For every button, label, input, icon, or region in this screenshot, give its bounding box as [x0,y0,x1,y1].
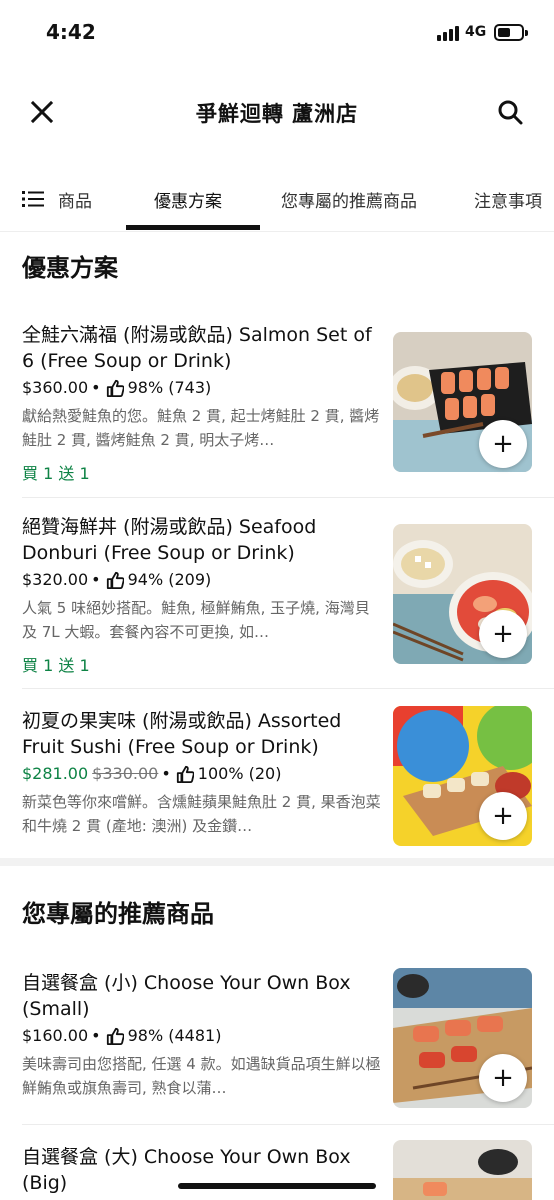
menu-item[interactable]: 全鮭六滿福 (附湯或飲品) Salmon Set of 6 (Free Soup… [0,318,554,498]
search-button[interactable] [494,96,526,128]
status-bar: 4:42 4G [0,0,554,62]
tab-offers[interactable]: 優惠方案 [154,166,222,232]
item-meta: $160.00 • 98% (4481) [22,1026,222,1045]
item-promo: 買 1 送 1 [22,656,90,675]
store-header: 爭鮮迴轉 蘆洲店 [0,82,554,142]
item-price: $160.00 [22,1026,89,1045]
item-description: 新菜色等你來嚐鮮。含燻鮭蘋果鮭魚肚 2 貫, 果香泡菜和牛燒 2 貫 (產地: … [22,793,381,835]
add-to-cart-button[interactable]: + [479,792,527,840]
section-title: 您專屬的推薦商品 [22,900,214,928]
add-to-cart-button[interactable]: + [479,1054,527,1102]
divider [22,688,554,689]
item-rating: 98% (743) [127,378,212,397]
tab-label: 優惠方案 [154,191,222,212]
add-to-cart-button[interactable]: + [479,420,527,468]
item-meta: $360.00 • 98% (743) [22,378,212,397]
item-rating: 94% (209) [127,570,212,589]
menu-item[interactable]: 自選餐盒 (大) Choose Your Own Box (Big) [0,1138,554,1200]
status-time: 4:42 [46,20,96,44]
item-price: $320.00 [22,570,89,589]
tab-recommended[interactable]: 您專屬的推薦商品 [281,166,417,232]
item-name: 自選餐盒 (小) Choose Your Own Box (Small) [22,972,351,1020]
divider [22,1124,554,1125]
tab-products[interactable]: 商品 [22,166,92,232]
item-description: 美味壽司由您搭配, 任選 4 款。如遇缺貨品項生鮮以極鮮鮪魚或旗魚壽司, 熟食以… [22,1055,381,1097]
item-promo: 買 1 送 1 [22,464,90,483]
menu-list-icon [22,190,44,208]
item-rating: 100% (20) [197,764,282,783]
item-name: 絕贊海鮮丼 (附湯或飲品) Seafood Donburi (Free Soup… [22,516,317,564]
tab-notes[interactable]: 注意事項 [474,166,542,232]
signal-icon [437,25,459,41]
battery-icon [494,24,528,41]
active-tab-indicator [126,225,260,230]
item-meta: $281.00 $330.00 • 100% (20) [22,764,282,783]
tab-label: 注意事項 [474,191,542,212]
item-price: $281.00 [22,764,89,783]
item-price: $360.00 [22,378,89,397]
item-description: 人氣 5 味絕妙搭配。鮭魚, 極鮮鮪魚, 玉子燒, 海灣貝及 7L 大蝦。套餐內… [22,599,370,641]
item-rating: 98% (4481) [127,1026,222,1045]
search-icon [498,100,523,125]
menu-item[interactable]: 初夏の果実味 (附湯或飲品) Assorted Fruit Sushi (Fre… [0,706,554,856]
add-to-cart-button[interactable]: + [479,610,527,658]
page-title: 爭鮮迴轉 蘆洲店 [195,102,359,126]
thumbs-up-icon [106,571,124,589]
thumbs-up-icon [176,765,194,783]
tab-label: 您專屬的推薦商品 [281,191,417,212]
tab-label: 商品 [58,191,92,212]
thumbs-up-icon [106,1027,124,1045]
category-tabs: 商品 優惠方案 您專屬的推薦商品 注意事項 [0,166,554,232]
item-image [393,1140,532,1200]
item-meta: $320.00 • 94% (209) [22,570,212,589]
menu-item[interactable]: 自選餐盒 (小) Choose Your Own Box (Small) $16… [0,966,554,1126]
item-description: 獻給熱愛鮭魚的您。鮭魚 2 貫, 起士烤鮭肚 2 貫, 醬烤鮭肚 2 貫, 醬烤… [22,407,380,449]
menu-item[interactable]: 絕贊海鮮丼 (附湯或飲品) Seafood Donburi (Free Soup… [0,510,554,690]
divider [22,497,554,498]
item-name: 初夏の果実味 (附湯或飲品) Assorted Fruit Sushi (Fre… [22,710,342,758]
thumbs-up-icon [106,379,124,397]
network-type: 4G [465,24,487,40]
item-name: 全鮭六滿福 (附湯或飲品) Salmon Set of 6 (Free Soup… [22,324,372,372]
section-divider [0,858,554,866]
home-indicator [178,1183,376,1189]
item-original-price: $330.00 [92,764,159,783]
section-title: 優惠方案 [22,254,118,282]
